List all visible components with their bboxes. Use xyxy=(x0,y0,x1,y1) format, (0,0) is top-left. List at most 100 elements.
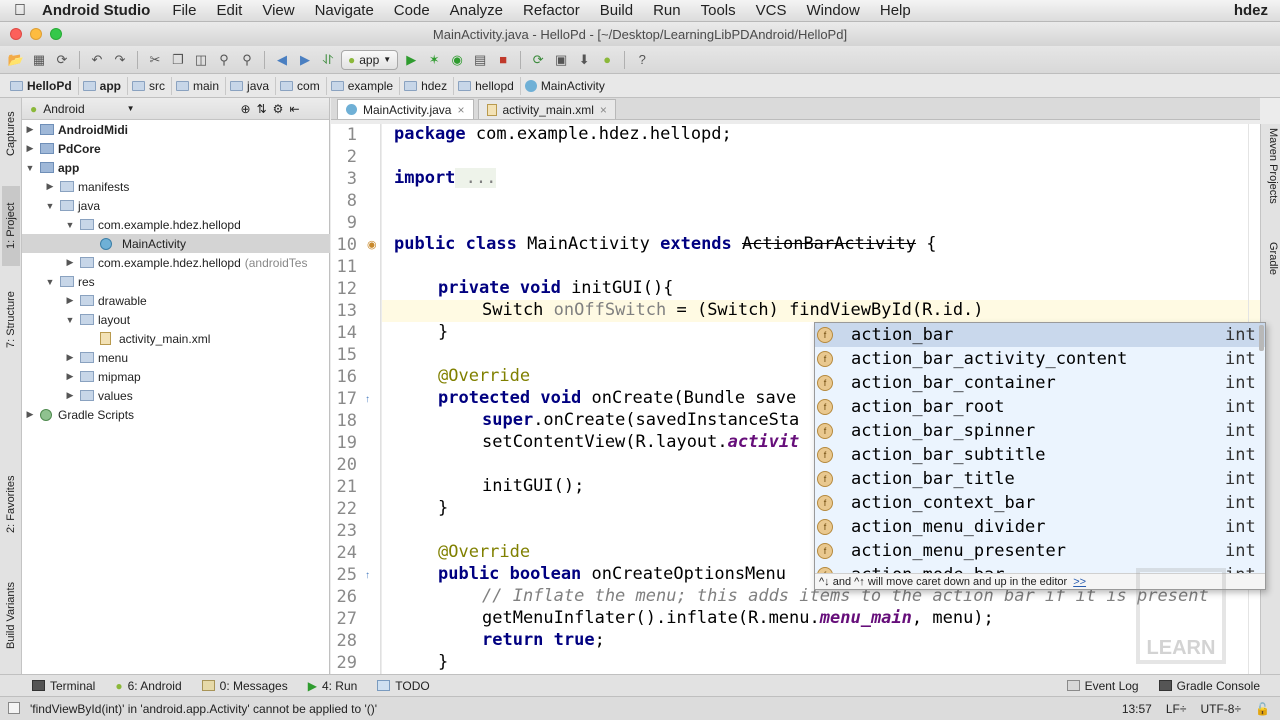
tree-item-mainactivity[interactable]: MainActivity xyxy=(22,234,330,253)
attach-debugger-icon[interactable]: ▤ xyxy=(470,50,490,70)
lock-icon[interactable]: 🔓 xyxy=(1255,702,1270,716)
monitor-icon[interactable]: ● xyxy=(597,50,617,70)
hide-icon[interactable]: ⇤ xyxy=(289,102,299,116)
breadcrumb-item[interactable]: hellopd xyxy=(454,76,521,95)
menu-run[interactable]: Run xyxy=(643,2,691,19)
tree-item-mipmap[interactable]: ▶ mipmap xyxy=(22,367,330,386)
apple-icon[interactable]:  xyxy=(0,2,40,20)
event-log-button[interactable]: Event Log xyxy=(1057,679,1149,693)
completion-item[interactable]: f action_bar_container int xyxy=(815,371,1265,395)
tree-item-java[interactable]: ▼ java xyxy=(22,196,330,215)
gradle-sync-icon[interactable]: ⟳ xyxy=(528,50,548,70)
paste-icon[interactable]: ◫ xyxy=(191,50,211,70)
status-icon[interactable] xyxy=(8,702,20,714)
project-view-select[interactable]: Android xyxy=(43,102,84,116)
tree-item-app[interactable]: ▼ app xyxy=(22,158,330,177)
breadcrumb-item[interactable]: java xyxy=(226,76,277,95)
tree-item-package-test[interactable]: ▶ com.example.hdez.hellopd (androidTes xyxy=(22,253,330,272)
chevron-down-icon[interactable]: ▼ xyxy=(24,163,36,173)
coverage-icon[interactable]: ◉ xyxy=(447,50,467,70)
breadcrumb-item[interactable]: example xyxy=(327,76,401,95)
help-icon[interactable]: ? xyxy=(632,50,652,70)
completion-item[interactable]: f action_bar_subtitle int xyxy=(815,443,1265,467)
run-icon[interactable]: ▶ xyxy=(401,50,421,70)
save-icon[interactable]: ▦ xyxy=(29,50,49,70)
target-icon[interactable]: ⊕ xyxy=(241,102,251,116)
make-project-icon[interactable]: ⥯ xyxy=(318,50,338,70)
chevron-down-icon[interactable]: ▼ xyxy=(127,104,135,113)
tab-activity-main-xml[interactable]: activity_main.xml × xyxy=(477,99,616,119)
menu-help[interactable]: Help xyxy=(870,2,921,19)
open-icon[interactable]: 📂 xyxy=(6,50,26,70)
menu-window[interactable]: Window xyxy=(797,2,870,19)
menu-analyze[interactable]: Analyze xyxy=(440,2,513,19)
app-menu[interactable]: Android Studio xyxy=(40,2,162,19)
completion-item[interactable]: f action_bar int xyxy=(815,323,1265,347)
breadcrumb-item[interactable]: main xyxy=(172,76,227,95)
menu-code[interactable]: Code xyxy=(384,2,440,19)
android-monitor-button[interactable]: ● 6: Android xyxy=(105,679,191,693)
completion-scrollbar[interactable] xyxy=(1259,325,1264,351)
completion-item[interactable]: f action_bar_activity_content int xyxy=(815,347,1265,371)
menu-build[interactable]: Build xyxy=(590,2,643,19)
chevron-right-icon[interactable]: ▶ xyxy=(24,124,36,135)
completion-item[interactable]: f action_menu_presenter int xyxy=(815,539,1265,563)
tab-gradle[interactable]: Gradle xyxy=(1263,242,1279,292)
tree-item-activity-main-xml[interactable]: activity_main.xml xyxy=(22,329,330,348)
cut-icon[interactable]: ✂ xyxy=(145,50,165,70)
caret-position[interactable]: 13:57 xyxy=(1122,702,1152,716)
chevron-right-icon[interactable]: ▶ xyxy=(24,143,36,154)
menu-vcs[interactable]: VCS xyxy=(746,2,797,19)
close-icon[interactable]: × xyxy=(600,103,607,117)
chevron-down-icon[interactable]: ▼ xyxy=(44,277,56,287)
gear-icon[interactable]: ⚙ xyxy=(273,102,284,116)
tab-structure[interactable]: 7: Structure xyxy=(2,280,20,360)
zoom-window-button[interactable] xyxy=(50,28,62,40)
chevron-right-icon[interactable]: ▶ xyxy=(64,390,76,401)
forward-icon[interactable]: ▶ xyxy=(295,50,315,70)
replace-icon[interactable]: ⚲ xyxy=(237,50,257,70)
chevron-right-icon[interactable]: ▶ xyxy=(24,409,36,420)
tree-item-menu[interactable]: ▶ menu xyxy=(22,348,330,367)
breadcrumb-item[interactable]: hdez xyxy=(400,76,455,95)
breadcrumb-item[interactable]: HelloPd xyxy=(6,76,79,95)
debug-icon[interactable]: ✶ xyxy=(424,50,444,70)
sync-icon[interactable]: ⟳ xyxy=(52,50,72,70)
tree-item-drawable[interactable]: ▶ drawable xyxy=(22,291,330,310)
menu-refactor[interactable]: Refactor xyxy=(513,2,590,19)
tree-item-package[interactable]: ▼ com.example.hdez.hellopd xyxy=(22,215,330,234)
redo-icon[interactable]: ↷ xyxy=(110,50,130,70)
breadcrumb-item[interactable]: app xyxy=(79,76,129,95)
tab-captures[interactable]: Captures xyxy=(2,104,20,164)
completion-item[interactable]: f action_bar_root int xyxy=(815,395,1265,419)
tree-item-layout[interactable]: ▼ layout xyxy=(22,310,330,329)
breadcrumb-item[interactable]: src xyxy=(128,76,173,95)
tree-item-values[interactable]: ▶ values xyxy=(22,386,330,405)
todo-button[interactable]: TODO xyxy=(367,679,439,693)
completion-item[interactable]: f action_bar_spinner int xyxy=(815,419,1265,443)
run-configuration-select[interactable]: ● app ▼ xyxy=(341,49,399,70)
tree-item-pdcore[interactable]: ▶ PdCore xyxy=(22,139,330,158)
close-icon[interactable]: × xyxy=(457,103,464,117)
chevron-right-icon[interactable]: ▶ xyxy=(44,181,56,192)
back-icon[interactable]: ◀ xyxy=(272,50,292,70)
tab-project[interactable]: 1: Project xyxy=(2,186,20,266)
find-icon[interactable]: ⚲ xyxy=(214,50,234,70)
run-button[interactable]: ▶ 4: Run xyxy=(298,679,368,693)
stop-icon[interactable]: ■ xyxy=(493,50,513,70)
avd-manager-icon[interactable]: ▣ xyxy=(551,50,571,70)
close-window-button[interactable] xyxy=(10,28,22,40)
menu-file[interactable]: File xyxy=(162,2,206,19)
chevron-down-icon[interactable]: ▼ xyxy=(64,315,76,325)
sdk-manager-icon[interactable]: ⬇ xyxy=(574,50,594,70)
chevron-right-icon[interactable]: ▶ xyxy=(64,295,76,306)
minimize-window-button[interactable] xyxy=(30,28,42,40)
collapse-icon[interactable]: ⇅ xyxy=(257,102,267,116)
chevron-down-icon[interactable]: ▼ xyxy=(44,201,56,211)
tree-item-gradle-scripts[interactable]: ▶ Gradle Scripts xyxy=(22,405,330,424)
copy-icon[interactable]: ❐ xyxy=(168,50,188,70)
user-menu[interactable]: hdez xyxy=(1234,2,1280,19)
chevron-right-icon[interactable]: ▶ xyxy=(64,257,76,268)
completion-item[interactable]: f action_menu_divider int xyxy=(815,515,1265,539)
code-completion-popup[interactable]: f action_bar int f action_bar_activity_cont… xyxy=(814,322,1266,590)
